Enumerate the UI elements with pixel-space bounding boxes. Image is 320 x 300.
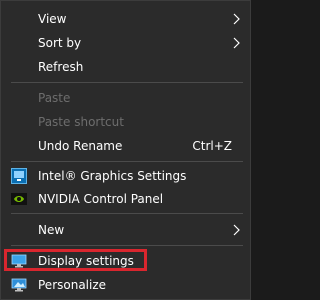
menu-item-personalize[interactable]: Personalize <box>1 273 250 297</box>
menu-separator <box>11 213 243 214</box>
menu-item-new[interactable]: New <box>1 218 250 242</box>
personalize-icon <box>11 278 27 292</box>
display-settings-icon <box>11 254 27 268</box>
menu-item-view[interactable]: View <box>1 7 250 31</box>
menu-item-label: Undo Rename <box>38 139 123 153</box>
chevron-right-icon <box>233 224 240 236</box>
menu-item-label: NVIDIA Control Panel <box>38 192 164 206</box>
menu-item-undo-rename[interactable]: Undo Rename Ctrl+Z <box>1 134 250 158</box>
menu-item-label: Intel® Graphics Settings <box>38 169 187 183</box>
menu-item-label: Refresh <box>38 60 84 74</box>
menu-item-label: New <box>38 223 65 237</box>
menu-item-intel-graphics-settings[interactable]: Intel® Graphics Settings <box>1 164 250 188</box>
menu-item-refresh[interactable]: Refresh <box>1 55 250 79</box>
menu-item-sort-by[interactable]: Sort by <box>1 31 250 55</box>
menu-item-label: Paste shortcut <box>38 115 124 129</box>
shortcut-text: Ctrl+Z <box>192 139 232 153</box>
menu-separator <box>11 82 243 83</box>
menu-item-paste: Paste <box>1 86 250 110</box>
menu-item-label: Personalize <box>38 278 107 292</box>
chevron-right-icon <box>233 37 240 49</box>
menu-separator <box>11 161 243 162</box>
nvidia-icon <box>11 193 27 205</box>
chevron-right-icon <box>233 13 240 25</box>
menu-item-display-settings[interactable]: Display settings <box>1 249 250 273</box>
menu-item-label: Sort by <box>38 36 82 50</box>
desktop-context-menu: View Sort by Refresh Paste Paste shortcu… <box>0 0 251 300</box>
menu-item-label: Display settings <box>38 254 134 268</box>
menu-item-nvidia-control-panel[interactable]: NVIDIA Control Panel <box>1 187 250 211</box>
menu-item-label: View <box>38 12 67 26</box>
menu-item-paste-shortcut: Paste shortcut <box>1 110 250 134</box>
intel-graphics-icon <box>11 168 27 184</box>
menu-item-label: Paste <box>38 91 71 105</box>
menu-separator <box>11 245 243 246</box>
